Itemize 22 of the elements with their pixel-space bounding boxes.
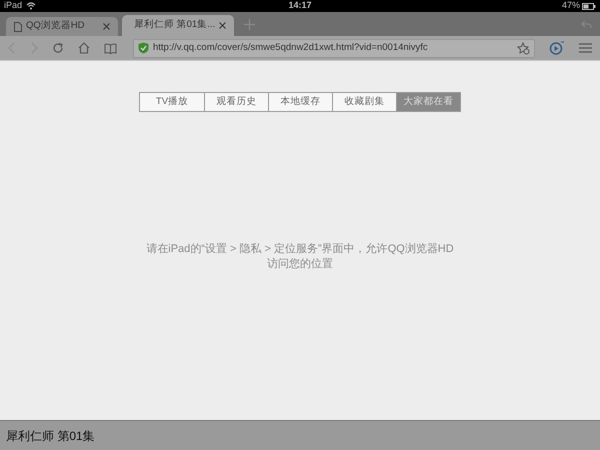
bookmarks-icon[interactable]: [104, 42, 117, 54]
shield-icon: [138, 42, 149, 54]
location-permission-message: 访问您的位置: [266, 257, 333, 272]
address-bar[interactable]: http://v.qq.com/cover/s/smwe5qdnw2d1xwt.html?vid=n0014nivyfc: [133, 38, 535, 58]
menu-icon[interactable]: [579, 43, 592, 53]
close-icon[interactable]: [219, 22, 226, 29]
carrier-label: iPad: [4, 0, 22, 12]
reload-icon[interactable]: [52, 42, 64, 54]
page-icon: [14, 22, 22, 32]
video-play-icon[interactable]: [549, 41, 565, 55]
browser-tab[interactable]: 犀利仁师 第01集...: [122, 15, 234, 36]
home-icon[interactable]: [78, 42, 90, 54]
url-text: http://v.qq.com/cover/s/smwe5qdnw2d1xwt.html?vid=n0014nivyfc: [153, 40, 429, 55]
battery-label: 47%: [562, 0, 580, 12]
wifi-icon: [26, 2, 36, 10]
star-add-icon[interactable]: [517, 42, 530, 54]
clock-label: 14:17: [288, 0, 312, 12]
battery-icon: [582, 2, 596, 10]
browser-tab[interactable]: QQ浏览器HD: [6, 17, 118, 36]
location-permission-message: 请在iPad的“设置 > 隐私 > 定位服务”界面中，允许QQ浏览器HD: [146, 242, 454, 257]
close-icon[interactable]: [103, 23, 110, 30]
video-title: 犀利仁师 第01集: [6, 428, 95, 444]
